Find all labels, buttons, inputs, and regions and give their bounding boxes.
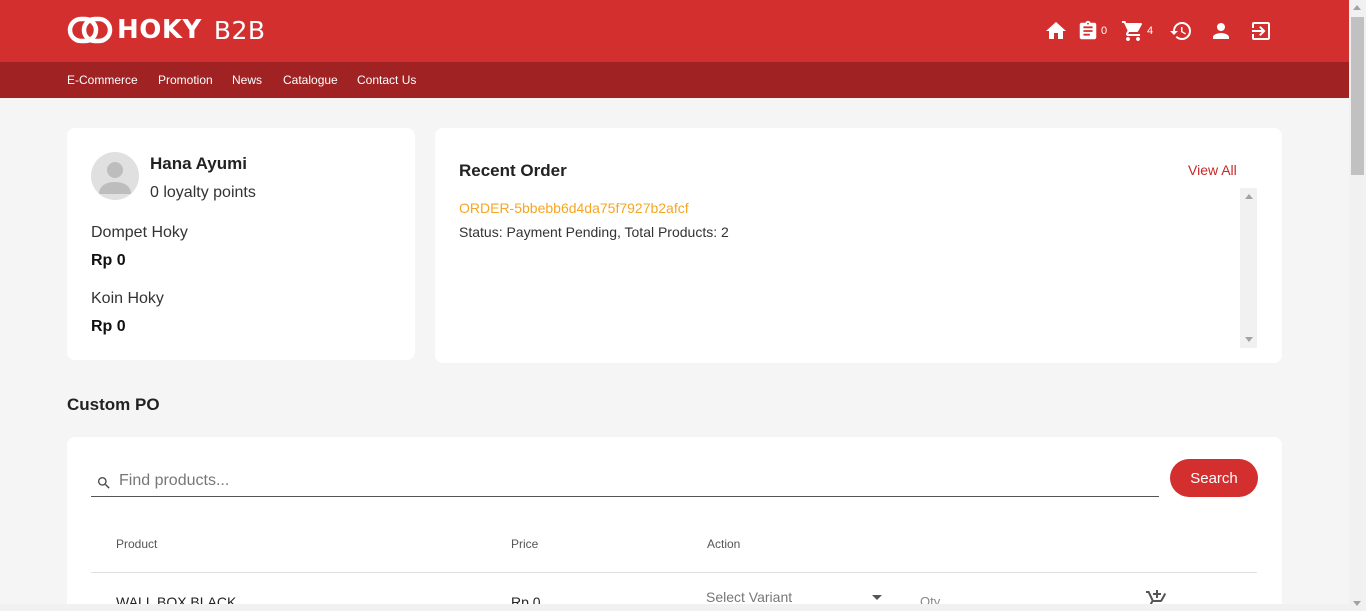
page-scroll-up-icon[interactable] bbox=[1353, 5, 1361, 10]
wallet-balance: Rp 0 bbox=[91, 252, 126, 269]
profile-card: Hana Ayumi 0 loyalty points Dompet Hoky … bbox=[67, 128, 415, 360]
page-scroll-thumb[interactable] bbox=[1351, 17, 1364, 175]
recent-order-title: Recent Order bbox=[459, 161, 567, 180]
hoky-logo-icon bbox=[67, 16, 113, 44]
account-button[interactable] bbox=[1209, 18, 1233, 44]
history-icon bbox=[1170, 22, 1191, 41]
custom-po-card: Search Product Price Action WALL BOX.BLA… bbox=[67, 437, 1282, 611]
top-header: HOKY B2B 0 4 bbox=[0, 0, 1349, 62]
nav-news[interactable]: News bbox=[232, 73, 262, 87]
cart-badge: 4 bbox=[1147, 25, 1154, 37]
recent-order-list[interactable]: ORDER-5bbebb6d4da75f7927b2afcf Status: P… bbox=[459, 188, 1257, 348]
wallet-label: Dompet Hoky bbox=[91, 224, 188, 241]
user-name: Hana Ayumi bbox=[150, 154, 247, 173]
avatar bbox=[91, 152, 139, 200]
home-button[interactable] bbox=[1044, 18, 1068, 44]
product-search bbox=[91, 467, 1159, 497]
nav-ecommerce[interactable]: E-Commerce bbox=[67, 73, 138, 87]
brand-logo[interactable]: HOKY B2B bbox=[67, 13, 266, 47]
column-header-price: Price bbox=[511, 537, 539, 551]
order-status: Status: Payment Pending, Total Products:… bbox=[459, 224, 729, 240]
coin-balance: Rp 0 bbox=[91, 318, 126, 335]
search-icon bbox=[98, 477, 110, 489]
cart-icon bbox=[1122, 21, 1143, 41]
home-icon bbox=[1046, 22, 1066, 39]
account-icon bbox=[1213, 23, 1229, 39]
page-scrollbar[interactable] bbox=[1349, 0, 1366, 611]
orders-badge: 0 bbox=[1101, 25, 1108, 37]
orders-button[interactable]: 0 bbox=[1077, 18, 1107, 44]
loyalty-points: 0 loyalty points bbox=[150, 184, 256, 201]
column-header-action: Action bbox=[707, 537, 741, 551]
coin-label: Koin Hoky bbox=[91, 290, 164, 307]
recent-order-card: Recent Order View All ORDER-5bbebb6d4da7… bbox=[435, 128, 1282, 363]
brand-name: HOKY bbox=[117, 15, 202, 45]
dropdown-caret-icon bbox=[872, 595, 882, 600]
nav-promotion[interactable]: Promotion bbox=[158, 73, 213, 87]
avatar-placeholder-icon bbox=[99, 162, 131, 194]
nav-catalogue[interactable]: Catalogue bbox=[283, 73, 338, 87]
clipboard-icon bbox=[1079, 20, 1097, 40]
history-button[interactable] bbox=[1169, 18, 1193, 44]
brand-suffix: B2B bbox=[213, 15, 266, 45]
column-header-product: Product bbox=[116, 537, 158, 551]
order-list-scrollbar[interactable] bbox=[1240, 188, 1257, 348]
nav-contact-us[interactable]: Contact Us bbox=[357, 73, 416, 87]
page-scroll-down-icon[interactable] bbox=[1353, 601, 1361, 606]
logout-icon bbox=[1252, 22, 1270, 40]
table-divider bbox=[91, 572, 1257, 573]
cart-button[interactable]: 4 bbox=[1121, 18, 1153, 44]
variant-select-placeholder: Select Variant bbox=[706, 589, 793, 605]
view-all-link[interactable]: View All bbox=[1188, 162, 1237, 178]
scroll-up-arrow-icon[interactable] bbox=[1245, 194, 1253, 199]
scroll-down-arrow-icon[interactable] bbox=[1245, 337, 1253, 342]
search-input[interactable] bbox=[119, 469, 1149, 493]
main-nav: E-Commerce Promotion News Catalogue Cont… bbox=[0, 62, 1349, 98]
logout-button[interactable] bbox=[1249, 18, 1273, 44]
search-button[interactable]: Search bbox=[1170, 459, 1258, 497]
horizontal-scroll-edge bbox=[0, 604, 1349, 611]
order-id-link[interactable]: ORDER-5bbebb6d4da75f7927b2afcf bbox=[459, 200, 689, 216]
custom-po-title: Custom PO bbox=[67, 395, 160, 414]
